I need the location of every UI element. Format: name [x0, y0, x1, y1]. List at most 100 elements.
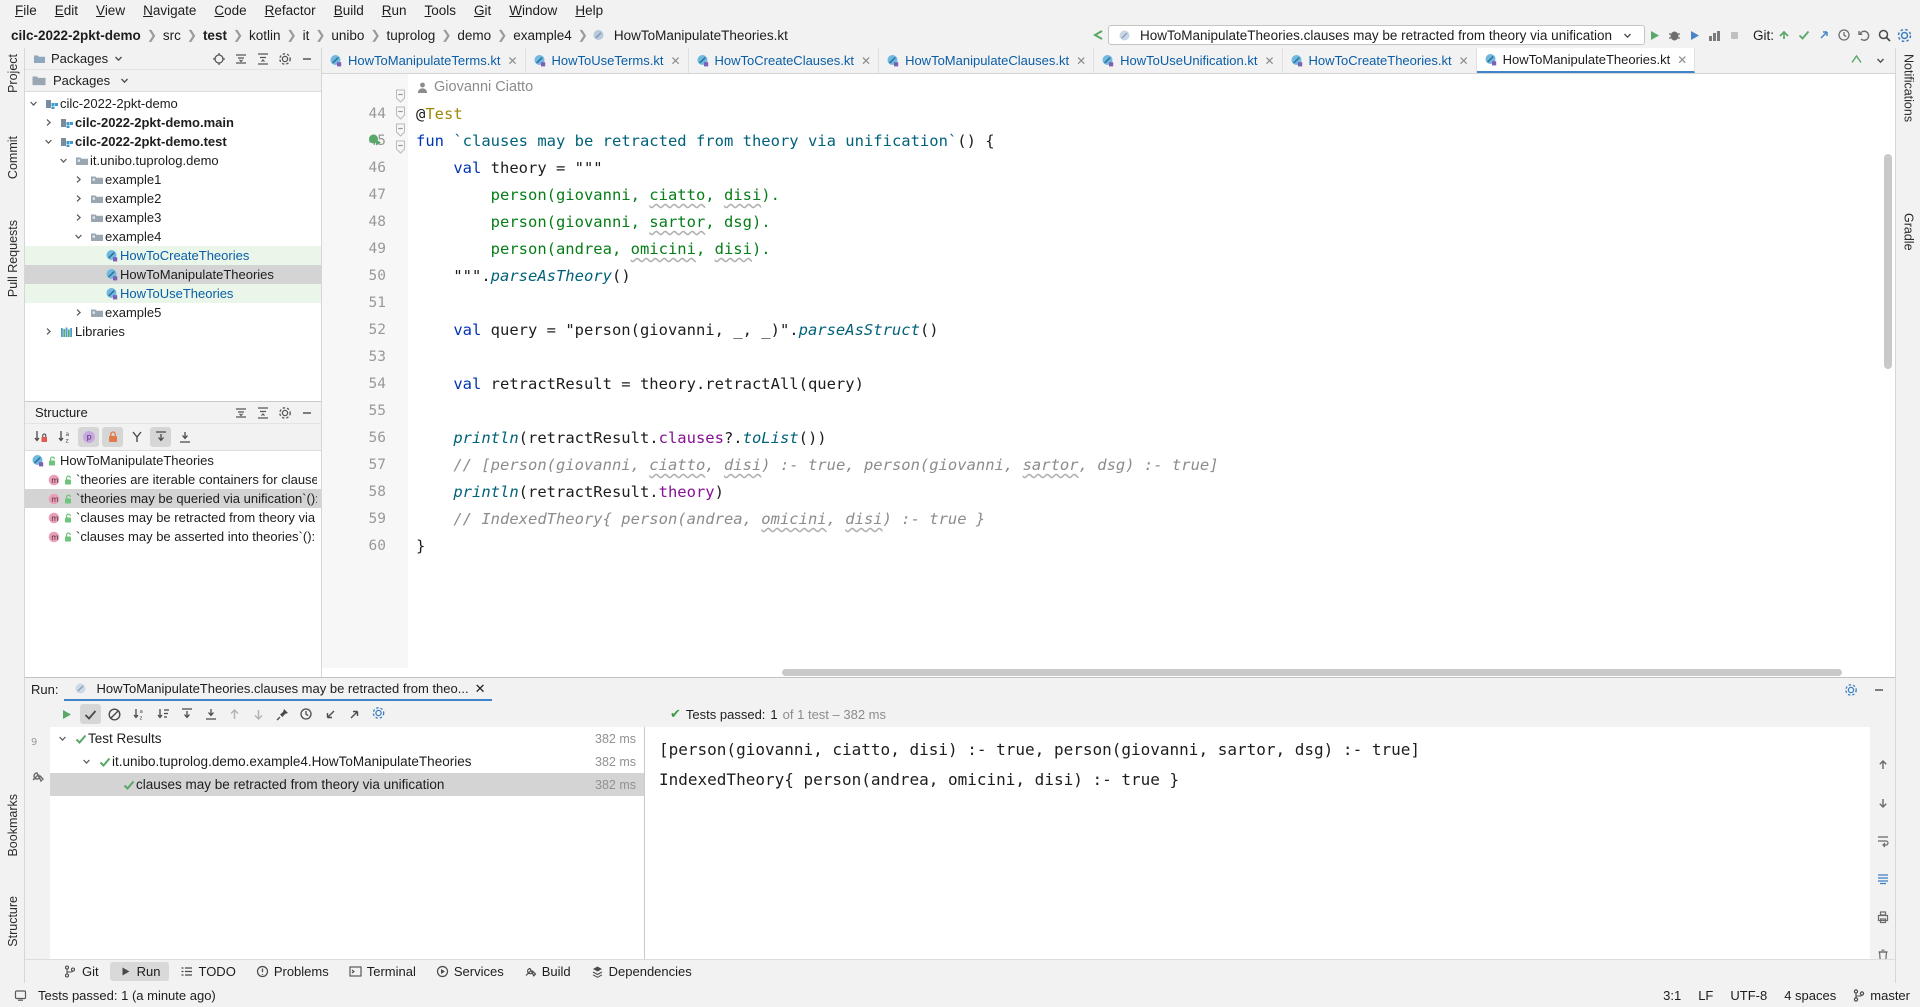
git-commit-icon[interactable]	[1794, 25, 1814, 45]
editor-line[interactable]: // [person(giovanni, ciatto, disi) :- tr…	[416, 452, 1895, 479]
editor-code[interactable]: Giovanni Ciatto @Test fun `clauses may be …	[408, 74, 1895, 668]
breadcrumb-item[interactable]: it	[298, 28, 315, 43]
close-icon[interactable]: ✕	[861, 54, 871, 68]
editor-line[interactable]: person(giovanni, ciatto, disi).	[416, 182, 1895, 209]
structure-tree-row[interactable]: m `clauses may be asserted into theories…	[25, 527, 321, 546]
editor-line[interactable]: @Test	[416, 101, 1895, 128]
editor-gutter[interactable]: 4445464748495051525354555657585960	[322, 74, 394, 668]
close-icon[interactable]: ✕	[1264, 54, 1274, 68]
fold-marker-icon[interactable]	[395, 89, 406, 103]
gutter-line-number[interactable]: 47	[322, 182, 394, 209]
breadcrumb-item[interactable]: src	[158, 28, 186, 43]
chevron-right-icon[interactable]	[74, 194, 88, 203]
breadcrumb-item[interactable]: test	[198, 28, 232, 43]
structure-tree-row[interactable]: m `clauses may be retracted from theory …	[25, 508, 321, 527]
gutter-line-number[interactable]: 45	[322, 128, 394, 155]
project-tree-row[interactable]: cilc-2022-2pkt-demo.main	[25, 113, 321, 132]
editor-tab[interactable]: HowToManipulateTerms.kt ✕	[322, 48, 526, 73]
breadcrumb-item[interactable]: unibo	[326, 28, 369, 43]
prev-test-icon[interactable]	[224, 704, 245, 724]
project-tree-row[interactable]: example3	[25, 208, 321, 227]
gear-icon[interactable]	[368, 704, 389, 724]
bottom-tab-build[interactable]: Build	[515, 962, 580, 981]
rail-tab-pull-requests[interactable]: Pull Requests	[0, 220, 25, 297]
gutter-line-number[interactable]: 58	[322, 479, 394, 506]
show-non-public-icon[interactable]	[102, 427, 123, 447]
git-rollback-icon[interactable]	[1854, 25, 1874, 45]
close-icon[interactable]: ✕	[670, 54, 680, 68]
collapse-all-icon[interactable]	[253, 403, 273, 423]
structure-tree-row[interactable]: m `theories may be queried via unificati…	[25, 489, 321, 508]
file-encoding[interactable]: UTF-8	[1730, 988, 1767, 1003]
gutter-line-number[interactable]: 51	[322, 290, 394, 317]
project-tree-row[interactable]: cilc-2022-2pkt-demo	[25, 94, 321, 113]
structure-tree[interactable]: HowToManipulateTheories m `theories are …	[25, 451, 321, 677]
editor-line[interactable]	[416, 344, 1895, 371]
ignore-icon[interactable]	[104, 704, 125, 724]
bottom-tab-git[interactable]: Git	[55, 962, 108, 981]
debugger-icon[interactable]: 9	[28, 731, 48, 751]
menu-item-file[interactable]: File	[6, 0, 46, 22]
structure-tree-row[interactable]: HowToManipulateTheories	[25, 451, 321, 470]
soft-wrap-icon[interactable]	[1873, 831, 1893, 851]
gutter-line-number[interactable]: 52	[322, 317, 394, 344]
rail-tab-project[interactable]: Project	[0, 54, 25, 93]
project-tree-row[interactable]: HowToManipulateTheories	[25, 265, 321, 284]
chevron-down-icon[interactable]	[1618, 25, 1638, 45]
git-update-icon[interactable]	[1774, 25, 1794, 45]
rail-tab-bookmarks[interactable]: Bookmarks	[0, 794, 25, 857]
editor-tab[interactable]: HowToUseUnification.kt ✕	[1094, 48, 1283, 73]
gear-icon[interactable]	[275, 49, 295, 69]
rail-tab-structure[interactable]: Structure	[0, 896, 25, 947]
sort-alphabetically-icon[interactable]: az	[128, 704, 149, 724]
rail-tab-commit[interactable]: Commit	[0, 136, 25, 179]
project-tree-row[interactable]: Libraries	[25, 322, 321, 341]
scroll-up-icon[interactable]	[1873, 755, 1893, 775]
gutter-line-number[interactable]: 60	[322, 533, 394, 560]
structure-tree-row[interactable]: m `theories are iterable containers for …	[25, 470, 321, 489]
gutter-line-number[interactable]: 55	[322, 398, 394, 425]
pin-icon[interactable]	[272, 704, 293, 724]
rail-tab-gradle[interactable]: Gradle	[1896, 213, 1920, 251]
menu-item-refactor[interactable]: Refactor	[256, 0, 325, 22]
run-tab[interactable]: HowToManipulateTheories.clauses may be r…	[64, 678, 492, 701]
gear-icon[interactable]	[1841, 680, 1861, 700]
run-configuration-selector[interactable]: HowToManipulateTheories.clauses may be r…	[1108, 25, 1645, 45]
chevron-right-icon[interactable]	[74, 175, 88, 184]
chevron-right-icon[interactable]	[74, 308, 88, 317]
gear-icon[interactable]	[275, 403, 295, 423]
bottom-tab-dependencies[interactable]: Dependencies	[582, 962, 701, 981]
editor-line[interactable]: fun `clauses may be retracted from theor…	[416, 128, 1895, 155]
git-push-icon[interactable]	[1814, 25, 1834, 45]
close-icon[interactable]: ✕	[1076, 54, 1086, 68]
breadcrumb-item[interactable]: kotlin	[244, 28, 286, 43]
menu-item-view[interactable]: View	[87, 0, 134, 22]
breadcrumb-item[interactable]: example4	[508, 28, 577, 43]
menu-item-tools[interactable]: Tools	[416, 0, 466, 22]
settings-icon[interactable]	[1894, 25, 1914, 45]
chevron-down-icon[interactable]	[1870, 51, 1890, 71]
caret-position[interactable]: 3:1	[1663, 988, 1681, 1003]
rerun-icon[interactable]	[56, 704, 77, 724]
breadcrumb-item[interactable]: tuprolog	[382, 28, 441, 43]
bottom-tool-bar[interactable]: Git Run TODO Problems Terminal Services …	[25, 959, 1895, 983]
project-tree-row[interactable]: HowToUseTheories	[25, 284, 321, 303]
menu-item-edit[interactable]: Edit	[46, 0, 87, 22]
gutter-line-number[interactable]	[322, 560, 394, 587]
sort-by-visibility-icon[interactable]	[30, 427, 51, 447]
sort-by-duration-icon[interactable]	[152, 704, 173, 724]
import-icon[interactable]	[320, 704, 341, 724]
bottom-tab-services[interactable]: Services	[427, 962, 513, 981]
editor-line[interactable]	[416, 398, 1895, 425]
build-icon[interactable]	[28, 765, 48, 785]
gutter-line-number[interactable]: 44	[322, 101, 394, 128]
close-icon[interactable]: ✕	[1677, 53, 1687, 67]
scroll-down-icon[interactable]	[1873, 793, 1893, 813]
bottom-tab-run[interactable]: Run	[109, 962, 170, 981]
close-icon[interactable]: ✕	[475, 681, 486, 697]
history-icon[interactable]	[296, 704, 317, 724]
hide-icon[interactable]	[297, 403, 317, 423]
project-view-selector[interactable]: Packages	[25, 70, 321, 92]
chevron-down-icon[interactable]	[44, 137, 58, 146]
chevron-down-icon[interactable]	[108, 49, 128, 69]
